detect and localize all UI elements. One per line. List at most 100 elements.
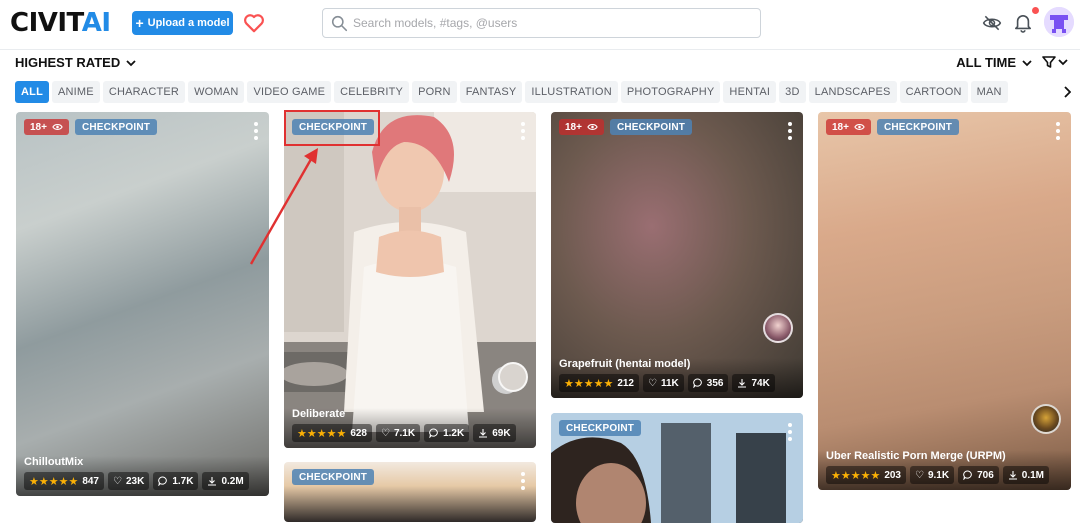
nsfw-badge[interactable]: 18+ [559,119,604,135]
eye-icon [854,124,865,130]
comment-icon [693,378,702,388]
filter-icon [1042,56,1056,68]
more-options-icon[interactable] [520,122,526,140]
eye-icon [587,124,598,130]
filter-button[interactable] [1042,55,1068,69]
search-input[interactable] [353,13,753,33]
checkpoint-badge: CHECKPOINT [559,420,642,436]
annotation-arrow-icon [249,148,318,265]
more-options-icon[interactable] [253,122,259,140]
rating-count: 212 [617,377,634,389]
likes-count: 23K [125,475,145,487]
user-avatar[interactable] [1044,7,1074,37]
logo-text-accent: AI [81,8,111,38]
period-dropdown[interactable]: ALL TIME [956,55,1032,70]
tag-3d[interactable]: 3D [779,81,806,103]
tag-man[interactable]: MAN [970,81,1008,103]
creator-avatar[interactable] [1031,404,1061,434]
download-icon [479,429,488,438]
tag-photography[interactable]: PHOTOGRAPHY [620,81,721,103]
chevron-right-icon[interactable] [1047,81,1075,103]
nsfw-label: 18+ [565,121,582,133]
eye-off-icon[interactable] [981,12,1003,34]
nsfw-badge[interactable]: 18+ [24,119,69,135]
comments-stat: 706 [958,466,999,484]
star-rating-icon: ★★★★★ [297,427,347,440]
downloads-stat: 74K [732,374,775,392]
sort-label: HIGHEST RATED [15,55,121,70]
period-label: ALL TIME [956,55,1016,70]
heart-outline-icon: ♡ [381,427,390,439]
search-icon [331,15,348,32]
tag-woman[interactable]: WOMAN [188,81,245,103]
more-options-icon[interactable] [787,423,793,441]
checkpoint-badge: CHECKPOINT [292,469,375,485]
tag-illustration[interactable]: ILLUSTRATION [525,81,618,103]
comments-stat: 1.2K [424,424,470,442]
creator-avatar[interactable] [498,362,528,392]
likes-count: 7.1K [393,427,416,439]
chevron-down-icon [1022,59,1032,66]
model-title: ChilloutMix [24,456,84,468]
nsfw-badge[interactable]: 18+ [826,119,871,135]
model-card[interactable]: CHECKPOINT [551,413,803,523]
likes-count: 11K [660,377,679,389]
tag-video-game[interactable]: VIDEO GAME [247,81,332,103]
comment-icon [158,476,168,486]
heart-icon[interactable] [241,10,267,36]
rating-stat: ★★★★★ 847 [24,472,104,490]
sort-bar: HIGHEST RATED ALL TIME [0,52,1080,74]
more-options-icon[interactable] [520,472,526,490]
heart-outline-icon: ♡ [113,475,122,487]
tag-celebrity[interactable]: CELEBRITY [334,81,410,103]
tag-hentai[interactable]: HENTAI [723,81,777,103]
tag-all[interactable]: ALL [15,81,49,103]
downloads-stat: 0.1M [1002,466,1050,484]
model-card[interactable]: CHECKPOINT [284,462,536,522]
tag-cartoon[interactable]: CARTOON [899,81,968,103]
model-card[interactable]: 18+ CHECKPOINT Uber Realistic Porn Merge… [818,112,1071,490]
chevron-down-icon [1058,59,1068,66]
nsfw-label: 18+ [30,121,47,133]
comments-count: 356 [706,377,724,389]
nsfw-label: 18+ [832,121,849,133]
star-rating-icon: ★★★★★ [29,475,79,488]
card-footer: Deliberate ★★★★★ 628 ♡ 7.1K 1.2K 69K [284,408,536,448]
upload-model-button[interactable]: + Upload a model [132,11,233,35]
downloads-count: 74K [751,377,770,389]
downloads-count: 69K [492,427,511,439]
upload-model-label: Upload a model [147,17,230,29]
tag-anime[interactable]: ANIME [51,81,100,103]
tag-fantasy[interactable]: FANTASY [459,81,523,103]
more-options-icon[interactable] [1055,122,1061,140]
rating-count: 628 [350,427,367,439]
more-options-icon[interactable] [787,122,793,140]
downloads-count: 0.1M [1021,469,1045,481]
checkpoint-badge: CHECKPOINT [609,119,693,135]
top-header: CIVITAI + Upload a model [0,0,1080,50]
bell-icon[interactable] [1012,12,1034,34]
civitai-logo[interactable]: CIVITAI [10,9,111,37]
rating-count: 203 [884,469,901,481]
download-icon [738,379,747,388]
rating-stat: ★★★★★ 203 [826,466,906,484]
model-card[interactable]: 18+ CHECKPOINT ChilloutMix ★★★★★ 847 ♡ 23K… [16,112,269,496]
sort-dropdown[interactable]: HIGHEST RATED [15,55,136,70]
downloads-stat: 69K [473,424,516,442]
eye-icon [52,124,63,130]
tag-character[interactable]: CHARACTER [102,81,186,103]
comments-count: 1.7K [172,475,194,487]
model-card[interactable]: 18+ CHECKPOINT Grapefruit (hentai model)… [551,112,803,398]
likes-count: 9.1K [927,469,950,481]
creator-avatar[interactable] [763,313,793,343]
downloads-stat: 0.2M [202,472,249,490]
likes-stat: ♡ 7.1K [376,424,421,442]
card-footer: ChilloutMix ★★★★★ 847 ♡ 23K 1.7K 0.2M [16,456,269,496]
tag-landscapes[interactable]: LANDSCAPES [808,81,897,103]
likes-stat: ♡ 11K [643,374,684,392]
comments-stat: 1.7K [153,472,199,490]
checkpoint-badge: CHECKPOINT [74,119,158,135]
tag-porn[interactable]: PORN [412,81,457,103]
download-icon [208,477,217,486]
search-bar[interactable] [322,8,761,38]
